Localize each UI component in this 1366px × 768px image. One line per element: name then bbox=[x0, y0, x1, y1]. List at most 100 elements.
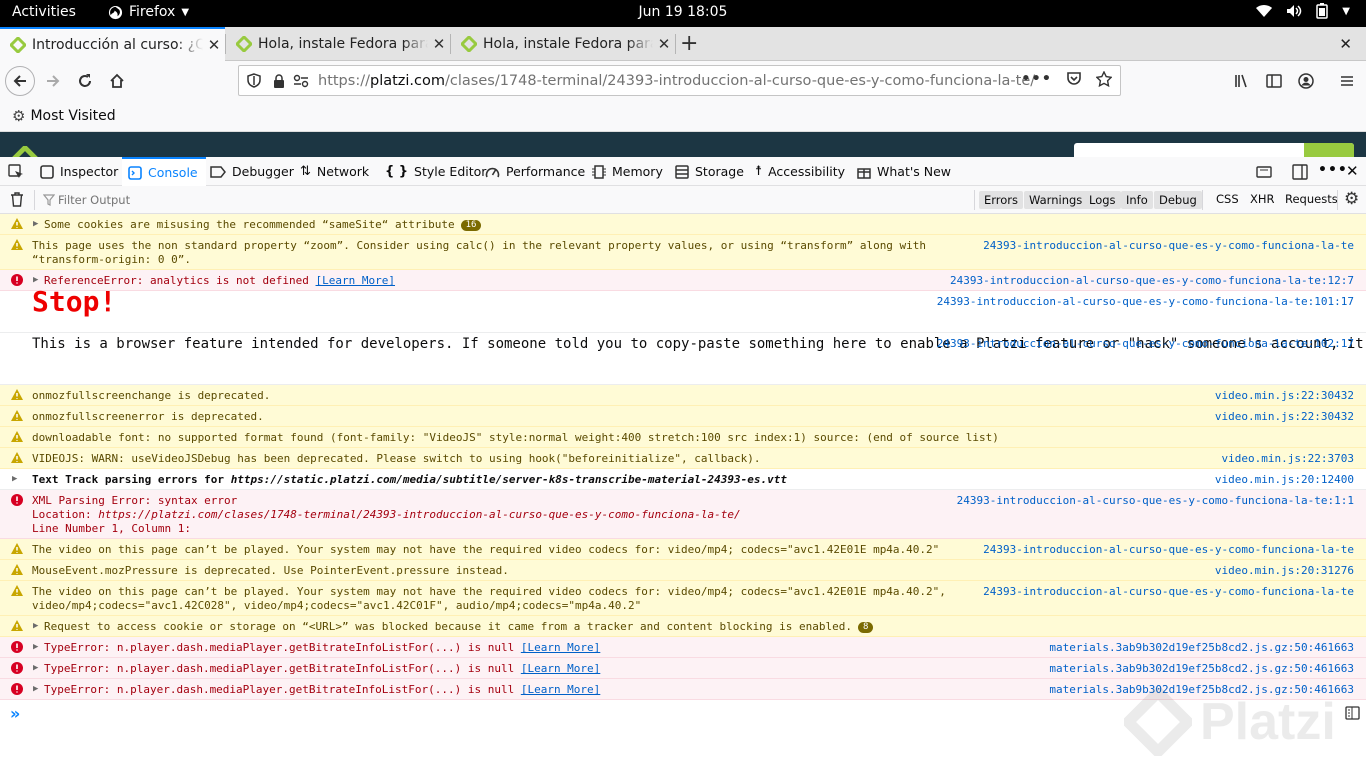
source-link[interactable]: 24393-introduccion-al-curso-que-es-y-com… bbox=[983, 239, 1354, 253]
console-message[interactable]: downloadable font: no supported format f… bbox=[0, 427, 1366, 448]
console-message[interactable]: ▶ Text Track parsing errors for https://… bbox=[0, 469, 1366, 490]
forward-button[interactable] bbox=[38, 66, 68, 96]
element-picker-icon[interactable] bbox=[8, 164, 24, 180]
source-link[interactable]: video.min.js:22:30432 bbox=[1215, 410, 1354, 424]
console-message[interactable]: This page uses the non standard property… bbox=[0, 235, 1366, 270]
devtools-tab-storage[interactable]: Storage bbox=[675, 157, 744, 186]
source-link[interactable]: 24393-introduccion-al-curso-que-es-y-com… bbox=[983, 585, 1354, 599]
filter-debug-button[interactable]: Debug bbox=[1154, 191, 1202, 209]
source-link[interactable]: materials.3ab9b302d19ef25b8cd2.js.gz:50:… bbox=[1049, 641, 1354, 655]
filter-output-input[interactable] bbox=[58, 190, 358, 210]
devtools-tab-accessibility[interactable]: ☨ Accessibility bbox=[755, 157, 845, 186]
expand-arrow-icon[interactable]: ▶ bbox=[33, 661, 38, 675]
console-message[interactable]: This is a browser feature intended for d… bbox=[0, 333, 1366, 385]
permissions-icon[interactable] bbox=[293, 74, 309, 88]
expand-arrow-icon[interactable]: ▶ bbox=[33, 217, 38, 231]
devtools-tab-whats-new[interactable]: What's New bbox=[857, 157, 951, 186]
devtools-tab-network[interactable]: ⇅ Network bbox=[300, 157, 369, 186]
console-message[interactable]: ▶ TypeError: n.player.dash.mediaPlayer.g… bbox=[0, 637, 1366, 658]
expand-arrow-icon[interactable]: ▶ bbox=[33, 640, 38, 654]
system-tray[interactable]: ▼ bbox=[1256, 3, 1350, 19]
learn-more-link[interactable]: [Learn More] bbox=[521, 683, 600, 696]
console-message[interactable]: XML Parsing Error: syntax error Location… bbox=[0, 490, 1366, 539]
source-link[interactable]: materials.3ab9b302d19ef25b8cd2.js.gz:50:… bbox=[1049, 662, 1354, 676]
warning-icon bbox=[11, 431, 23, 442]
learn-more-link[interactable]: [Learn More] bbox=[521, 662, 600, 675]
expand-arrow-icon[interactable]: ▶ bbox=[33, 682, 38, 696]
source-link[interactable]: 24393-introduccion-al-curso-que-es-y-com… bbox=[937, 337, 1354, 351]
account-icon[interactable] bbox=[1298, 73, 1314, 89]
bookmark-star-icon[interactable] bbox=[1096, 71, 1112, 87]
dock-side-icon[interactable] bbox=[1292, 164, 1308, 180]
devtools-tab-inspector[interactable]: Inspector bbox=[40, 157, 118, 186]
expand-arrow-icon[interactable]: ▶ bbox=[12, 472, 17, 486]
library-icon[interactable] bbox=[1234, 73, 1250, 89]
url-bar[interactable]: https://platzi.com/clases/1748-terminal/… bbox=[238, 65, 1121, 96]
filter-css-button[interactable]: CSS bbox=[1216, 192, 1239, 206]
devtools-close-icon[interactable]: ✕ bbox=[1346, 162, 1359, 180]
console-settings-gear-icon[interactable]: ⚙ bbox=[1344, 189, 1359, 209]
clock[interactable]: Jun 19 18:05 bbox=[0, 4, 1366, 20]
source-link[interactable]: video.min.js:22:30432 bbox=[1215, 389, 1354, 403]
filter-warnings-button[interactable]: Warnings bbox=[1024, 191, 1088, 209]
source-link[interactable]: 24393-introduccion-al-curso-que-es-y-com… bbox=[957, 494, 1354, 508]
console-message[interactable]: VIDEOJS: WARN: useVideoJSDebug has been … bbox=[0, 448, 1366, 469]
filter-requests-button[interactable]: Requests bbox=[1285, 192, 1338, 206]
devtools-tab-memory[interactable]: Memory bbox=[592, 157, 663, 186]
tab-label: Inspector bbox=[60, 164, 119, 179]
tracking-shield-icon[interactable] bbox=[247, 73, 261, 88]
lock-icon[interactable] bbox=[273, 73, 285, 88]
close-window-icon[interactable]: ✕ bbox=[1339, 35, 1352, 53]
filter-errors-button[interactable]: Errors bbox=[979, 191, 1024, 209]
sidebar-icon[interactable] bbox=[1266, 73, 1282, 89]
console-message[interactable]: ▶ ReferenceError: analytics is not defin… bbox=[0, 270, 1366, 291]
devtools-tab-performance[interactable]: Performance bbox=[485, 157, 585, 186]
trash-icon[interactable] bbox=[10, 192, 24, 207]
console-message[interactable]: ▶ Request to access cookie or storage on… bbox=[0, 616, 1366, 637]
console-message[interactable]: ▶ Some cookies are misusing the recommen… bbox=[0, 214, 1366, 235]
source-link[interactable]: 24393-introduccion-al-curso-que-es-y-com… bbox=[950, 274, 1354, 288]
tab-close-icon[interactable]: ✕ bbox=[428, 35, 450, 53]
responsive-design-icon[interactable] bbox=[1256, 164, 1272, 180]
new-tab-plus-icon[interactable]: + bbox=[680, 31, 698, 56]
tab-1[interactable]: Hola, instale Fedora para ✕ bbox=[226, 27, 450, 61]
devtools-tab-debugger[interactable]: Debugger bbox=[210, 157, 294, 186]
tab-2[interactable]: Hola, instale Fedora para ✕ bbox=[451, 27, 675, 61]
filter-info-button[interactable]: Info bbox=[1121, 191, 1153, 209]
source-link[interactable]: 24393-introduccion-al-curso-que-es-y-com… bbox=[937, 295, 1354, 309]
source-link[interactable]: video.min.js:22:3703 bbox=[1222, 452, 1354, 466]
console-message[interactable]: onmozfullscreenerror is deprecated. vide… bbox=[0, 406, 1366, 427]
page-actions-menu-icon[interactable]: ••• bbox=[1021, 71, 1052, 87]
most-visited-folder[interactable]: ⚙ Most Visited bbox=[12, 107, 116, 125]
page-search-button[interactable] bbox=[1304, 143, 1354, 157]
expand-arrow-icon[interactable]: ▶ bbox=[33, 619, 38, 633]
source-link[interactable]: 24393-introduccion-al-curso-que-es-y-com… bbox=[983, 543, 1354, 557]
source-link[interactable]: video.min.js:20:12400 bbox=[1215, 473, 1354, 487]
home-button[interactable] bbox=[102, 66, 132, 96]
console-message[interactable]: The video on this page can’t be played. … bbox=[0, 581, 1366, 616]
console-message[interactable]: The video on this page can’t be played. … bbox=[0, 539, 1366, 560]
console-message[interactable]: MouseEvent.mozPressure is deprecated. Us… bbox=[0, 560, 1366, 581]
devtools-tab-console[interactable]: Console bbox=[122, 157, 206, 186]
hamburger-menu-icon[interactable] bbox=[1339, 73, 1355, 89]
devtools-menu-icon[interactable]: ••• bbox=[1318, 162, 1348, 178]
reload-button[interactable] bbox=[70, 66, 100, 96]
tab-0[interactable]: Introducción al curso: ¿Qué es y cómo fu… bbox=[0, 27, 225, 61]
platzi-watermark: Platzi bbox=[1124, 688, 1336, 756]
memory-chip-icon bbox=[592, 164, 606, 179]
console-message[interactable]: Stop! 24393-introduccion-al-curso-que-es… bbox=[0, 288, 1366, 333]
source-link[interactable]: video.min.js:20:31276 bbox=[1215, 564, 1354, 578]
platzi-logo-icon[interactable] bbox=[12, 146, 38, 157]
pocket-icon[interactable] bbox=[1066, 71, 1082, 87]
back-button[interactable] bbox=[5, 66, 35, 96]
tab-close-icon[interactable]: ✕ bbox=[203, 36, 225, 54]
console-message[interactable]: onmozfullscreenchange is deprecated. vid… bbox=[0, 385, 1366, 406]
filter-logs-button[interactable]: Logs bbox=[1084, 191, 1121, 209]
console-message[interactable]: ▶ TypeError: n.player.dash.mediaPlayer.g… bbox=[0, 658, 1366, 679]
learn-more-link[interactable]: [Learn More] bbox=[521, 641, 600, 654]
tab-close-icon[interactable]: ✕ bbox=[653, 35, 675, 53]
editor-mode-toggle-icon[interactable] bbox=[1345, 706, 1360, 720]
devtools-tab-style-editor[interactable]: { } Style Editor bbox=[385, 157, 486, 186]
filter-xhr-button[interactable]: XHR bbox=[1250, 192, 1275, 206]
learn-more-link[interactable]: [Learn More] bbox=[316, 274, 395, 287]
